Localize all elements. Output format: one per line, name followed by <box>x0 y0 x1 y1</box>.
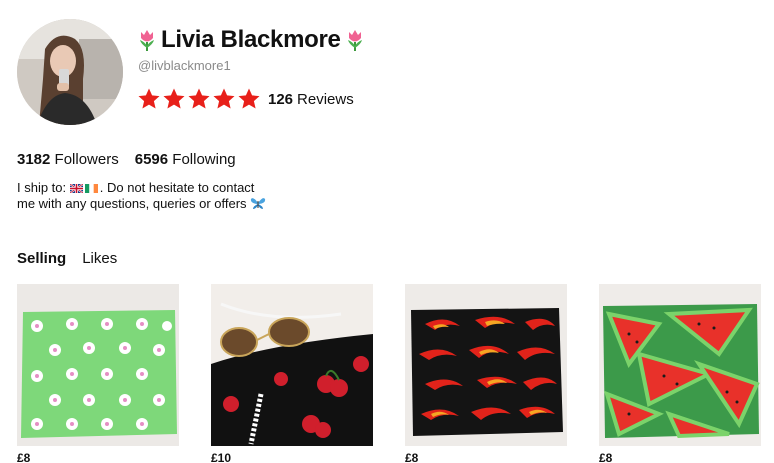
listing-image-cherry[interactable] <box>211 284 373 446</box>
profile-name: Livia Blackmore <box>161 26 341 53</box>
bio-line-2: me with any questions, queries or offers <box>17 196 327 212</box>
star-icon <box>138 88 160 109</box>
profile-handle: @livblackmore1 <box>138 58 231 73</box>
uk-flag-icon <box>69 184 83 193</box>
ireland-flag-icon <box>84 184 98 193</box>
bio-line-2-text: me with any questions, queries or offers <box>17 196 247 211</box>
review-label[interactable]: Reviews <box>297 91 354 108</box>
profile-bio: I ship to: . Do not hesitate to contact … <box>17 180 327 212</box>
rating-summary[interactable]: 126 Reviews <box>137 87 354 111</box>
star-icon <box>163 88 185 109</box>
star-icon <box>238 88 260 109</box>
listing-image-watermelon[interactable] <box>599 284 761 446</box>
followers-label: Followers <box>54 151 119 168</box>
profile-tabs: Selling Likes <box>17 250 117 267</box>
bio-line-1: I ship to: . Do not hesitate to contact <box>17 180 327 196</box>
listing-card[interactable]: £10 <box>211 284 373 463</box>
bio-ship-suffix: . Do not hesitate to contact <box>99 180 255 195</box>
following-link[interactable]: 6596 Following <box>135 151 236 168</box>
listing-card[interactable]: £8 <box>405 284 567 463</box>
follow-stats: 3182 Followers 6596 Following <box>17 151 236 168</box>
bio-ship-prefix: I ship to: <box>17 180 67 195</box>
star-icon <box>213 88 235 109</box>
tulip-icon <box>347 30 362 51</box>
profile-name-row: Livia Blackmore <box>137 26 365 54</box>
tab-likes[interactable]: Likes <box>82 250 117 267</box>
star-icon <box>188 88 210 109</box>
listing-price: £8 <box>599 451 613 463</box>
listing-price: £8 <box>405 451 419 463</box>
tab-selling[interactable]: Selling <box>17 250 66 267</box>
butterfly-icon <box>251 198 266 209</box>
listing-image-green-daisy[interactable] <box>17 284 179 446</box>
listing-card[interactable]: £8 <box>17 284 179 463</box>
listing-image-flame[interactable] <box>405 284 567 446</box>
listing-price: £10 <box>211 451 232 463</box>
listing-price: £8 <box>17 451 31 463</box>
following-label: Following <box>172 151 236 168</box>
followers-count: 3182 <box>17 151 51 168</box>
followers-link[interactable]: 3182 Followers <box>17 151 119 168</box>
profile-avatar[interactable] <box>17 19 123 125</box>
following-count: 6596 <box>134 151 169 168</box>
listing-card[interactable]: £8 <box>599 284 761 463</box>
tulip-icon <box>140 30 154 51</box>
review-count[interactable]: 126 <box>268 91 293 108</box>
